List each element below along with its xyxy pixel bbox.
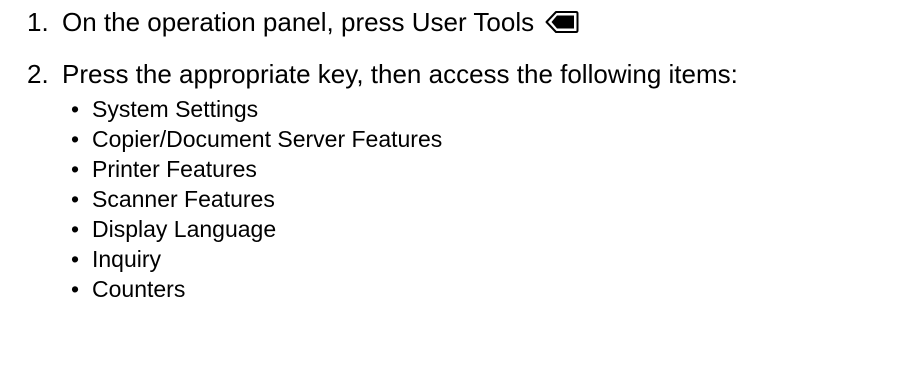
list-item-label: Inquiry bbox=[92, 246, 162, 272]
instruction-document: 1. On the operation panel, press User Too… bbox=[0, 0, 898, 365]
list-item-counters: • Counters bbox=[71, 274, 442, 304]
list-item-label: Printer Features bbox=[92, 156, 257, 182]
step-1: 1. On the operation panel, press User Too… bbox=[27, 6, 579, 41]
settings-item-list: • System Settings • Copier/Document Server… bbox=[71, 94, 442, 304]
list-item-label: Copier/Document Server Features bbox=[92, 126, 443, 152]
step-text: On the operation panel, press User Tools bbox=[62, 7, 535, 37]
step-number: 1. bbox=[27, 7, 49, 37]
list-item-label: Scanner Features bbox=[92, 186, 275, 212]
bullet-icon: • bbox=[71, 246, 80, 272]
list-item-scanner-features: • Scanner Features bbox=[71, 184, 442, 214]
list-item-printer-features: • Printer Features bbox=[71, 154, 442, 184]
bullet-icon: • bbox=[71, 216, 80, 242]
list-item-display-language: • Display Language bbox=[71, 214, 442, 244]
list-item-system-settings: • System Settings bbox=[71, 94, 442, 124]
list-item-label: Counters bbox=[92, 276, 186, 302]
list-item-copier-document-server-features: • Copier/Document Server Features bbox=[71, 124, 442, 154]
list-item-label: System Settings bbox=[92, 96, 259, 122]
bullet-icon: • bbox=[71, 186, 80, 212]
bullet-icon: • bbox=[71, 126, 80, 152]
bullet-icon: • bbox=[71, 276, 80, 302]
bullet-icon: • bbox=[71, 96, 80, 122]
step-2: 2. Press the appropriate key, then access… bbox=[27, 58, 738, 90]
user-tools-key-icon bbox=[545, 9, 579, 41]
list-item-label: Display Language bbox=[92, 216, 277, 242]
bullet-icon: • bbox=[71, 156, 80, 182]
step-text: Press the appropriate key, then access t… bbox=[62, 59, 738, 89]
list-item-inquiry: • Inquiry bbox=[71, 244, 442, 274]
step-number: 2. bbox=[27, 59, 49, 89]
